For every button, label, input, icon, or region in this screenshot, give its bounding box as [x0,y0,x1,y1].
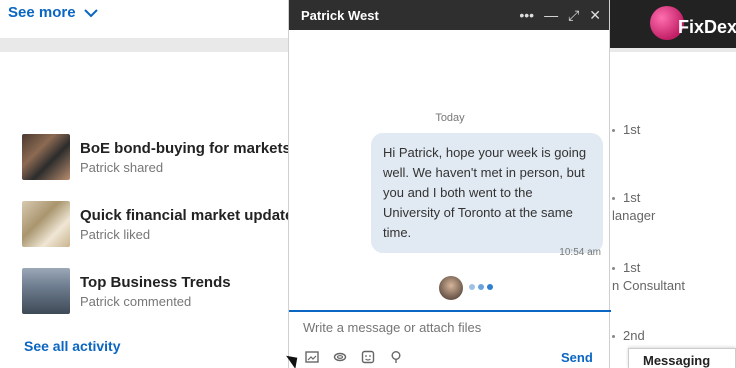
close-icon[interactable]: ✕ [589,6,601,24]
compose-toolbar [305,350,403,364]
chevron-down-icon [83,8,98,17]
connection-degree: 1st [612,122,640,137]
connection-title: lanager [612,208,656,223]
message-timestamp: 10:54 am [559,247,601,258]
see-all-activity-link[interactable]: See all activity [24,338,121,354]
activity-subtitle: Patrick commented [80,293,192,309]
chat-header[interactable]: Patrick West ••• — ⤢ ✕ [289,0,609,30]
expand-icon[interactable]: ⤢ [568,6,579,24]
activity-item[interactable]: Quick financial market update Patrick li… [22,201,293,247]
see-more-link[interactable]: See more [8,4,98,21]
attachment-icon[interactable] [333,350,347,364]
more-icon[interactable]: ••• [519,6,534,24]
message-input[interactable] [303,320,583,335]
connection-title: n Consultant [612,278,685,293]
message-bubble: Hi Patrick, hope your week is going well… [371,133,603,253]
activity-thumbnail [22,268,70,314]
chat-contact-name[interactable]: Patrick West [301,8,379,23]
see-more-bar: See more [0,0,290,38]
minimize-icon[interactable]: — [544,6,558,24]
activity-title[interactable]: Top Business Trends [80,274,231,291]
connection-degree: 1st [612,260,640,275]
image-icon[interactable] [305,350,319,364]
activity-subtitle: Patrick shared [80,159,164,175]
activity-item[interactable]: Top Business Trends Patrick commented [22,268,231,314]
connection-degree: 1st [612,190,640,205]
date-separator: Today [435,112,465,124]
activity-item[interactable]: BoE bond-buying for markets Patrick shar… [22,134,291,180]
activity-thumbnail [22,134,70,180]
activity-title[interactable]: BoE bond-buying for markets [80,140,291,157]
brand-name: FixDex [678,17,736,37]
location-icon[interactable] [389,350,403,364]
avatar [439,276,463,300]
emoji-icon[interactable] [361,350,375,364]
send-button[interactable]: Send [561,350,593,365]
activity-title[interactable]: Quick financial market update [80,207,293,224]
connection-degree: 2nd [612,328,645,343]
messaging-tab[interactable]: Messaging [628,348,736,368]
compose-divider [289,310,611,312]
chat-window: Patrick West ••• — ⤢ ✕ Today Hi Patrick,… [288,0,611,368]
activity-thumbnail [22,201,70,247]
activity-subtitle: Patrick liked [80,226,151,242]
see-more-label: See more [8,4,76,21]
typing-indicator [469,284,493,290]
